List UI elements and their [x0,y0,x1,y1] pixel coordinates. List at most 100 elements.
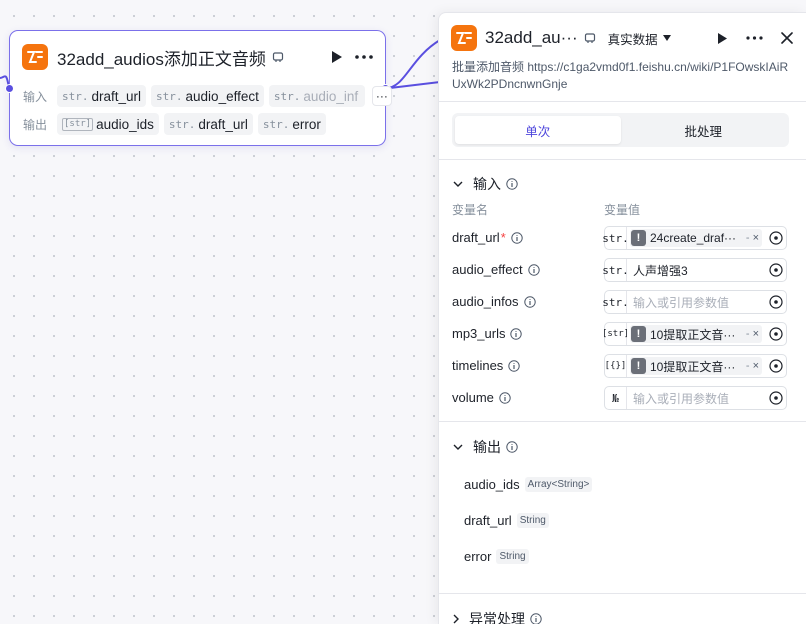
plugin-badge-icon [584,32,596,44]
reference-chip[interactable]: ! 24create_draf··· - × [630,229,762,247]
param-row-timelines: timelines [{}] ! 10提取正文音··· - × [452,354,794,378]
param-value-field[interactable]: str. 输入或引用参数值 [602,290,787,314]
output-section-title: 输出 [473,439,501,455]
node-input-label: 输入 [23,89,48,104]
input-section-title: 输入 [473,176,501,192]
output-section-header[interactable]: 输出 [453,437,518,457]
remove-reference-icon[interactable]: × [753,328,759,340]
info-icon[interactable] [508,359,520,372]
chevron-down-icon [453,444,463,450]
info-icon[interactable] [523,295,536,308]
node-header: 32add_audios添加正文音频 [22,43,373,71]
param-name: audio_effect [452,262,523,277]
run-play-icon[interactable] [717,32,728,45]
plugin-node-card[interactable]: 32add_audios添加正文音频 输入 str. draft_url str.… [5,30,392,146]
output-name: error [464,549,492,564]
data-source-select[interactable]: 真实数据 [608,29,671,48]
caret-down-icon [662,35,671,41]
node-more-icon[interactable] [355,55,373,59]
param-name: audio_infos [452,294,519,309]
column-header-name: 变量名 [452,203,489,217]
param-value-field[interactable]: [{}] ! 10提取正文音··· - × [604,354,787,378]
param-value-field[interactable]: № 输入或引用参数值 [604,386,787,410]
type-tag: str. [602,227,629,249]
param-row-audio-infos: audio_infos str. 输入或引用参数值 [452,290,794,314]
node-title: 32add_audios添加正文音频 [57,49,266,69]
param-value-field[interactable]: [str] ! 10提取正文音··· - × [602,322,787,346]
exception-section-header[interactable]: 异常处理 [453,609,542,624]
param-value-field[interactable]: str. ! 24create_draf··· - × [602,226,787,250]
param-name: volume [452,390,494,405]
node-more-inputs-button[interactable]: ··· [371,86,392,106]
column-header-value: 变量值 [604,203,641,217]
warning-icon: ! [631,230,646,246]
reference-picker-icon[interactable] [766,231,786,245]
reference-value: 24create_draf··· [650,231,737,245]
input-port[interactable] [5,84,14,93]
param-row-draft-url: draft_url * str. ! 24create_draf··· - × [452,226,794,250]
param-row-mp3-urls: mp3_urls [str] ! 10提取正文音··· - × [452,322,794,346]
type-tag: str. [602,259,629,281]
info-icon[interactable] [499,391,511,404]
param-name: timelines [452,358,504,373]
param-value-text[interactable]: 人声增强3 [627,262,766,279]
more-options-icon[interactable] [746,36,763,40]
info-icon[interactable] [511,231,523,244]
output-item: draft_url String [464,513,549,528]
node-input-row: 输入 str. draft_url str. audio_effect str. au… [23,85,392,107]
close-icon[interactable] [781,32,793,44]
param-value-field[interactable]: str. 人声增强3 [602,258,787,282]
info-icon[interactable] [527,263,540,276]
node-input-chip: str. audio_inf [268,85,365,107]
reference-picker-icon[interactable] [766,359,786,373]
remove-reference-icon[interactable]: × [753,360,759,372]
reference-picker-icon[interactable] [766,295,786,309]
input-section-header[interactable]: 输入 [453,174,518,194]
output-item: error String [464,549,529,564]
required-mark: * [500,230,506,245]
info-icon[interactable] [506,441,518,453]
param-value-placeholder[interactable]: 输入或引用参数值 [627,294,766,311]
node-output-label: 输出 [23,117,48,132]
type-tag: № [605,387,627,409]
param-row-audio-effect: audio_effect str. 人声增强3 [452,258,794,282]
reference-picker-icon[interactable] [766,327,786,341]
param-name: draft_url [452,230,500,245]
chevron-down-icon [453,181,463,187]
info-icon[interactable] [506,178,518,190]
chevron-right-icon [453,614,459,624]
info-icon[interactable] [530,613,542,624]
tab-batch[interactable]: 批处理 [621,116,787,144]
reference-value: 10提取正文音··· [650,327,736,342]
output-type-badge: String [516,513,549,528]
run-node-play-icon[interactable] [331,50,343,64]
param-row-volume: volume № 输入或引用参数值 [452,386,794,410]
node-output-row: 输出 [str] audio_ids str. draft_url str. erro… [23,113,331,135]
divider [439,593,806,594]
reference-chip[interactable]: ! 10提取正文音··· - × [630,325,762,343]
divider [439,159,806,160]
divider [439,421,806,422]
reference-chip[interactable]: ! 10提取正文音··· - × [630,357,762,375]
info-icon[interactable] [510,327,523,340]
node-output-chip: str. error [257,113,326,135]
panel-title: 32add_au··· [485,28,578,47]
type-tag: str. [602,291,629,313]
remove-reference-icon[interactable]: × [753,232,759,244]
type-tag: [{}] [605,355,627,377]
warning-icon: ! [631,358,646,374]
tab-single[interactable]: 单次 [455,116,621,144]
param-value-placeholder[interactable]: 输入或引用参数值 [627,390,766,407]
node-input-chip: str. draft_url [57,85,147,107]
reference-value: 10提取正文音··· [650,359,736,374]
output-name: draft_url [464,513,512,528]
warning-icon: ! [631,326,646,342]
mode-tabs: 单次 批处理 [452,113,789,147]
output-type-badge: Array<String> [524,477,593,492]
reference-picker-icon[interactable] [766,263,786,277]
reference-picker-icon[interactable] [766,391,786,405]
plugin-description: 批量添加音频 https://c1ga2vmd0f1.feishu.cn/wik… [452,60,789,91]
divider [439,101,806,102]
plugin-logo-icon [22,44,48,70]
exception-section-title: 异常处理 [469,611,525,624]
